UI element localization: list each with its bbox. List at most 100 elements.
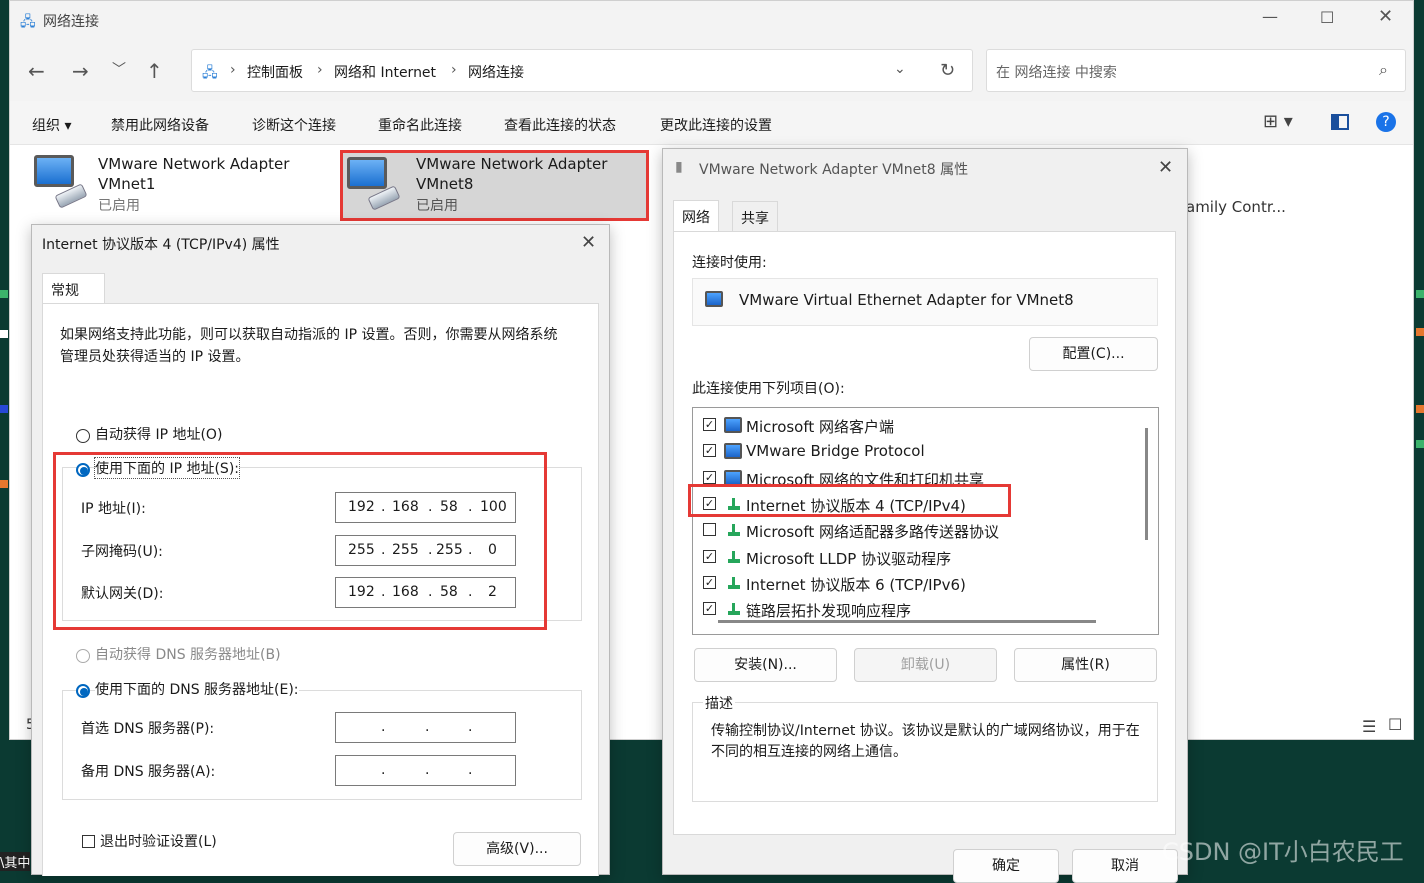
validate-checkbox[interactable] xyxy=(82,835,95,848)
adapter-vmnet8-selected[interactable]: VMware Network Adapter VMnet8 已启用 xyxy=(340,150,649,221)
close-icon[interactable]: ✕ xyxy=(1158,157,1173,178)
protocol-icon xyxy=(724,575,742,591)
item-checkbox[interactable]: ✓ xyxy=(703,549,716,563)
adapter-name-box: VMware Virtual Ethernet Adapter for VMne… xyxy=(692,278,1158,326)
list-item[interactable]: Microsoft 网络适配器多路传送器协议 xyxy=(693,519,1133,543)
minimize-icon[interactable]: — xyxy=(1262,7,1278,26)
chevron-down-icon[interactable]: ﹀ xyxy=(112,59,126,79)
protocol-icon xyxy=(724,522,742,538)
adapter-icon xyxy=(32,153,90,211)
refresh-icon[interactable]: ↻ xyxy=(940,60,955,81)
configure-button[interactable]: 配置(C)... xyxy=(1029,337,1158,371)
protocol-icon xyxy=(724,549,742,565)
item-checkbox[interactable] xyxy=(703,523,716,537)
watermark: CSDN @IT小白农民工 xyxy=(1162,838,1404,866)
list-item[interactable]: ✓ 链路层拓扑发现响应程序 xyxy=(693,598,1133,622)
details-view-icon[interactable]: ☰ xyxy=(1362,717,1376,736)
address-box[interactable]: 🖧 › 控制面板 › 网络和 Internet › 网络连接 ⌄ ↻ xyxy=(191,49,973,92)
forward-arrow-icon[interactable]: → xyxy=(72,59,89,83)
breadcrumb-control-panel[interactable]: 控制面板 xyxy=(247,62,303,82)
list-scrollbar-thumb[interactable] xyxy=(1145,428,1148,540)
search-placeholder: 在 网络连接 中搜索 xyxy=(996,65,1117,81)
command-bar: 组织 ▾ 禁用此网络设备 诊断这个连接 重命名此连接 查看此连接的状态 更改此连… xyxy=(10,101,1413,145)
adapter-name: VMware Virtual Ethernet Adapter for VMne… xyxy=(739,291,1074,309)
view-options-icon[interactable]: ⊞ ▾ xyxy=(1263,111,1293,132)
item-checkbox[interactable]: ✓ xyxy=(703,575,716,589)
item-checkbox[interactable]: ✓ xyxy=(703,602,716,616)
ipv4-highlight xyxy=(688,484,1011,517)
protocol-icon xyxy=(724,601,742,617)
manual-dns-radio[interactable] xyxy=(76,684,90,698)
auto-ip-label[interactable]: 自动获得 IP 地址(O) xyxy=(95,424,222,444)
list-item[interactable]: ✓ Internet 协议版本 6 (TCP/IPv6) xyxy=(693,572,1133,596)
search-icon[interactable]: ⌕ xyxy=(1379,60,1388,80)
title-bar: 🖧 网络连接 — ☐ ✕ xyxy=(10,1,1413,39)
connect-using-label: 连接时使用: xyxy=(692,255,767,271)
static-ip-highlight xyxy=(53,452,547,630)
tab-network[interactable]: 网络 xyxy=(673,200,719,233)
item-checkbox[interactable]: ✓ xyxy=(703,418,716,431)
preferred-dns-input[interactable]: ... xyxy=(335,712,516,743)
organize-menu[interactable]: 组织 ▾ xyxy=(32,115,71,135)
back-arrow-icon[interactable]: ← xyxy=(28,59,45,83)
uninstall-button[interactable]: 卸载(U) xyxy=(854,648,997,682)
advanced-button[interactable]: 高级(V)... xyxy=(453,832,581,866)
ok-button[interactable]: 确定 xyxy=(953,849,1059,883)
dns1-label: 首选 DNS 服务器(P): xyxy=(81,721,215,737)
properties-button[interactable]: 属性(R) xyxy=(1014,648,1157,682)
maximize-icon[interactable]: ☐ xyxy=(1320,8,1334,27)
list-item[interactable]: ✓ Microsoft 网络客户端 xyxy=(693,414,1133,438)
disable-device-button[interactable]: 禁用此网络设备 xyxy=(111,115,209,135)
list-item[interactable]: ✓ VMware Bridge Protocol xyxy=(693,440,1133,464)
change-settings-button[interactable]: 更改此连接的设置 xyxy=(660,115,772,135)
list-item[interactable]: ✓ Microsoft LLDP 协议驱动程序 xyxy=(693,546,1133,570)
network-icon xyxy=(724,417,742,433)
dialog-title: Internet 协议版本 4 (TCP/IPv4) 属性 xyxy=(42,237,280,253)
tab-general[interactable]: 常规 xyxy=(42,273,105,306)
adapter-vmnet1-sub: VMnet1 xyxy=(98,175,156,193)
window-title: 网络连接 xyxy=(43,14,99,30)
adapter-vmnet8-sub: VMnet8 xyxy=(416,175,474,193)
view-status-button[interactable]: 查看此连接的状态 xyxy=(504,115,616,135)
network-folder-icon: 🖧 xyxy=(20,14,36,30)
up-arrow-icon[interactable]: ↑ xyxy=(146,59,163,83)
breadcrumb-separator: › xyxy=(451,62,457,78)
close-icon[interactable]: ✕ xyxy=(581,232,596,253)
network-adapter-icon xyxy=(705,291,723,307)
desktop-strip xyxy=(1416,405,1424,413)
vmnet8-properties-dialog: ▮ VMware Network Adapter VMnet8 属性 ✕ 网络 … xyxy=(662,148,1188,883)
auto-ip-radio[interactable] xyxy=(76,429,90,443)
diagnose-button[interactable]: 诊断这个连接 xyxy=(252,115,336,135)
adapter-partial-label: amily Contr... xyxy=(1186,198,1286,216)
adapter-small-icon: ▮ xyxy=(675,159,683,175)
breadcrumb-network-connections[interactable]: 网络连接 xyxy=(468,62,524,82)
auto-dns-radio[interactable] xyxy=(76,649,90,663)
large-icons-view-icon[interactable]: ☐ xyxy=(1388,715,1402,734)
history-chevron-icon[interactable]: ⌄ xyxy=(894,61,906,77)
list-hscrollbar-thumb[interactable] xyxy=(718,620,1096,623)
breadcrumb-separator: › xyxy=(317,62,323,78)
help-icon[interactable]: ? xyxy=(1376,112,1396,132)
desktop-strip xyxy=(0,330,8,338)
tab-sharing[interactable]: 共享 xyxy=(732,201,778,234)
auto-dns-label[interactable]: 自动获得 DNS 服务器地址(B) xyxy=(95,644,281,664)
description-text: 传输控制协议/Internet 协议。该协议是默认的广域网络协议，用于在不同的相… xyxy=(711,723,1140,760)
manual-dns-label[interactable]: 使用下面的 DNS 服务器地址(E): xyxy=(95,679,299,699)
adapter-vmnet1-name[interactable]: VMware Network Adapter xyxy=(98,155,289,173)
network-icon xyxy=(724,443,742,460)
description-group: 描述 传输控制协议/Internet 协议。该协议是默认的广域网络协议，用于在不… xyxy=(692,693,1158,802)
breadcrumb-separator: › xyxy=(230,62,236,78)
rename-button[interactable]: 重命名此连接 xyxy=(378,115,462,135)
validate-label[interactable]: 退出时验证设置(L) xyxy=(100,831,217,851)
item-checkbox[interactable]: ✓ xyxy=(703,470,716,484)
item-label: 链路层拓扑发现响应程序 xyxy=(746,602,912,621)
item-label: Internet 协议版本 6 (TCP/IPv6) xyxy=(746,575,966,594)
close-icon[interactable]: ✕ xyxy=(1378,6,1393,27)
preview-pane-icon[interactable] xyxy=(1331,114,1349,130)
install-button[interactable]: 安装(N)... xyxy=(694,648,837,682)
alternate-dns-input[interactable]: ... xyxy=(335,755,516,786)
breadcrumb-network-internet[interactable]: 网络和 Internet xyxy=(334,62,436,82)
desktop-strip xyxy=(0,480,8,488)
search-input[interactable]: 在 网络连接 中搜索 ⌕ xyxy=(986,49,1406,92)
item-checkbox[interactable]: ✓ xyxy=(703,444,716,458)
